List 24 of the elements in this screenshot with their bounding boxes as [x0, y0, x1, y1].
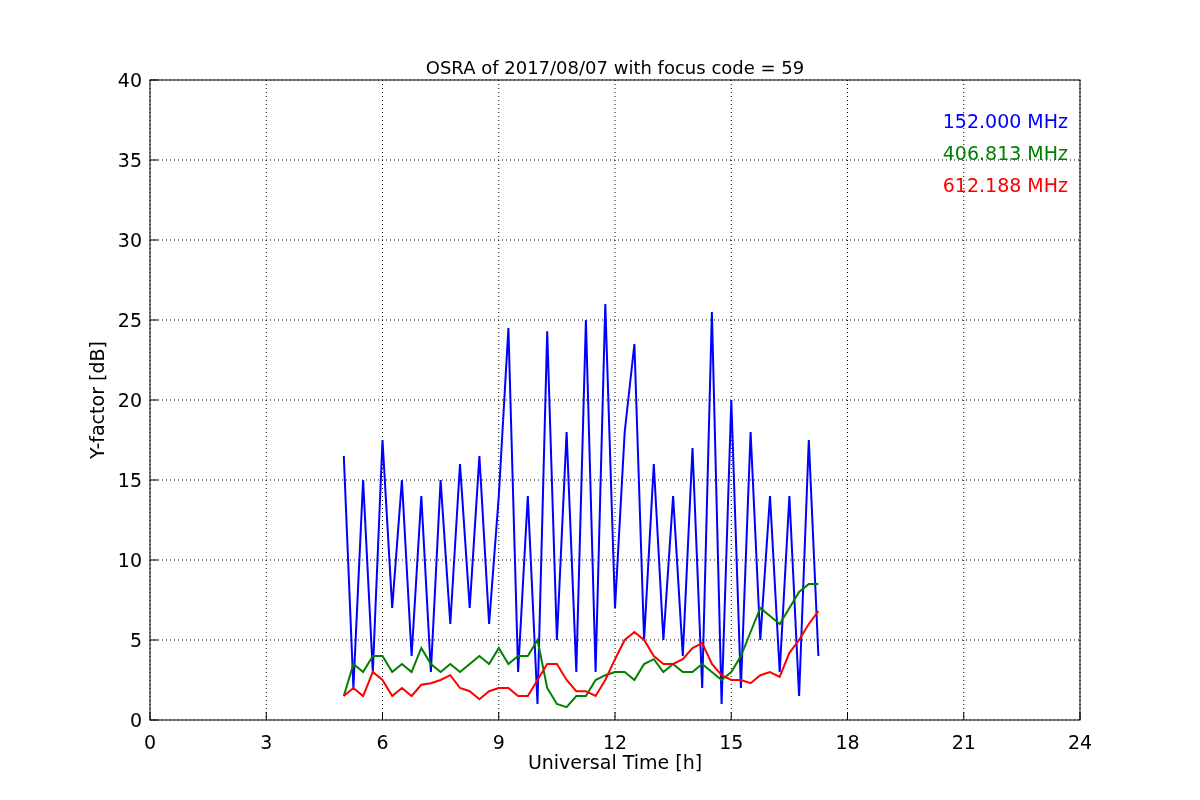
tick-label: 40	[117, 69, 142, 91]
tick-label: 9	[492, 731, 505, 753]
tick-label: 21	[951, 731, 976, 753]
tick-label: 12	[602, 731, 628, 753]
tick-label: 15	[117, 469, 142, 491]
axis-label: Y-factor [dB]	[86, 341, 108, 459]
tick-label: 20	[117, 389, 142, 411]
tick-label: 15	[719, 731, 744, 753]
tick-label: 35	[117, 149, 142, 171]
tick-label: 0	[143, 731, 157, 753]
tick-label: 24	[1067, 731, 1093, 753]
legend-text: 152.000 MHz	[942, 110, 1068, 132]
tick-label: 30	[117, 229, 142, 251]
tick-label: 25	[117, 309, 142, 331]
tick-label: 6	[376, 731, 389, 753]
tick-label: 0	[129, 709, 142, 731]
legend-text: 406.813 MHz	[942, 142, 1068, 164]
axis-label: Universal Time [h]	[527, 751, 703, 773]
tick-label: 18	[835, 731, 860, 753]
legend-text: 612.188 MHz	[942, 174, 1068, 196]
chart-title: OSRA of 2017/08/07 with focus code = 59	[425, 57, 805, 78]
tick-label: 5	[129, 629, 142, 651]
tick-label: 3	[260, 731, 273, 753]
tick-label: 10	[117, 549, 142, 571]
